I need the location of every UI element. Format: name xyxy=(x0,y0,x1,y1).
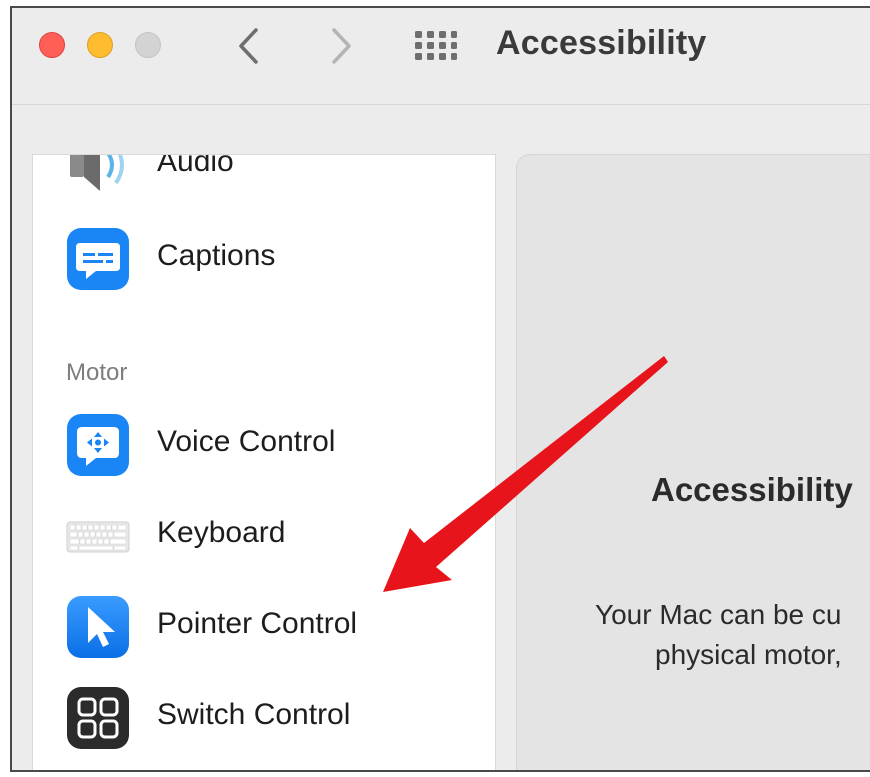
keyboard-icon xyxy=(66,521,130,553)
close-button[interactable] xyxy=(39,32,65,58)
switch-control-icon xyxy=(67,687,129,749)
sidebar-item-label: Voice Control xyxy=(157,425,336,458)
sidebar-item-switch-control[interactable]: Switch Control xyxy=(33,678,495,758)
sidebar-item-label: Captions xyxy=(157,239,276,272)
sidebar-item-voice-control[interactable]: Voice Control xyxy=(33,405,495,485)
description-line: physical motor, xyxy=(655,639,842,670)
sidebar-item-keyboard[interactable]: Keyboard xyxy=(33,496,495,576)
content-pane: Accessibility Your Mac can be cu physica… xyxy=(516,154,870,770)
voice-control-icon xyxy=(67,414,129,476)
sidebar: Audio Captions Motor Voice Control Keybo… xyxy=(32,154,496,770)
sidebar-item-label: Pointer Control xyxy=(157,607,358,640)
pointer-icon xyxy=(67,596,129,658)
sidebar-item-captions[interactable]: Captions xyxy=(33,219,495,299)
titlebar: Accessibility xyxy=(12,8,870,105)
minimize-button[interactable] xyxy=(87,32,113,58)
speaker-icon xyxy=(70,155,124,191)
content-description: Your Mac can be cu physical motor, xyxy=(595,595,870,675)
captions-icon xyxy=(67,228,129,290)
show-all-grid-icon[interactable] xyxy=(414,30,458,62)
section-header-motor: Motor xyxy=(66,359,128,386)
zoom-button[interactable] xyxy=(135,32,161,58)
forward-chevron-icon[interactable] xyxy=(326,26,356,66)
description-line: Your Mac can be cu xyxy=(595,599,842,630)
sidebar-item-audio[interactable]: Audio xyxy=(33,154,495,205)
content-title: Accessibility xyxy=(651,471,853,508)
sidebar-item-label: Keyboard xyxy=(157,516,286,549)
sidebar-item-label: Audio xyxy=(157,154,234,178)
back-chevron-icon[interactable] xyxy=(234,26,264,66)
sidebar-item-pointer-control[interactable]: Pointer Control xyxy=(33,587,495,667)
sidebar-item-label: Switch Control xyxy=(157,698,351,731)
preferences-window: Accessibility Audio Captions Motor Voice… xyxy=(10,6,870,772)
window-title: Accessibility xyxy=(496,24,707,62)
